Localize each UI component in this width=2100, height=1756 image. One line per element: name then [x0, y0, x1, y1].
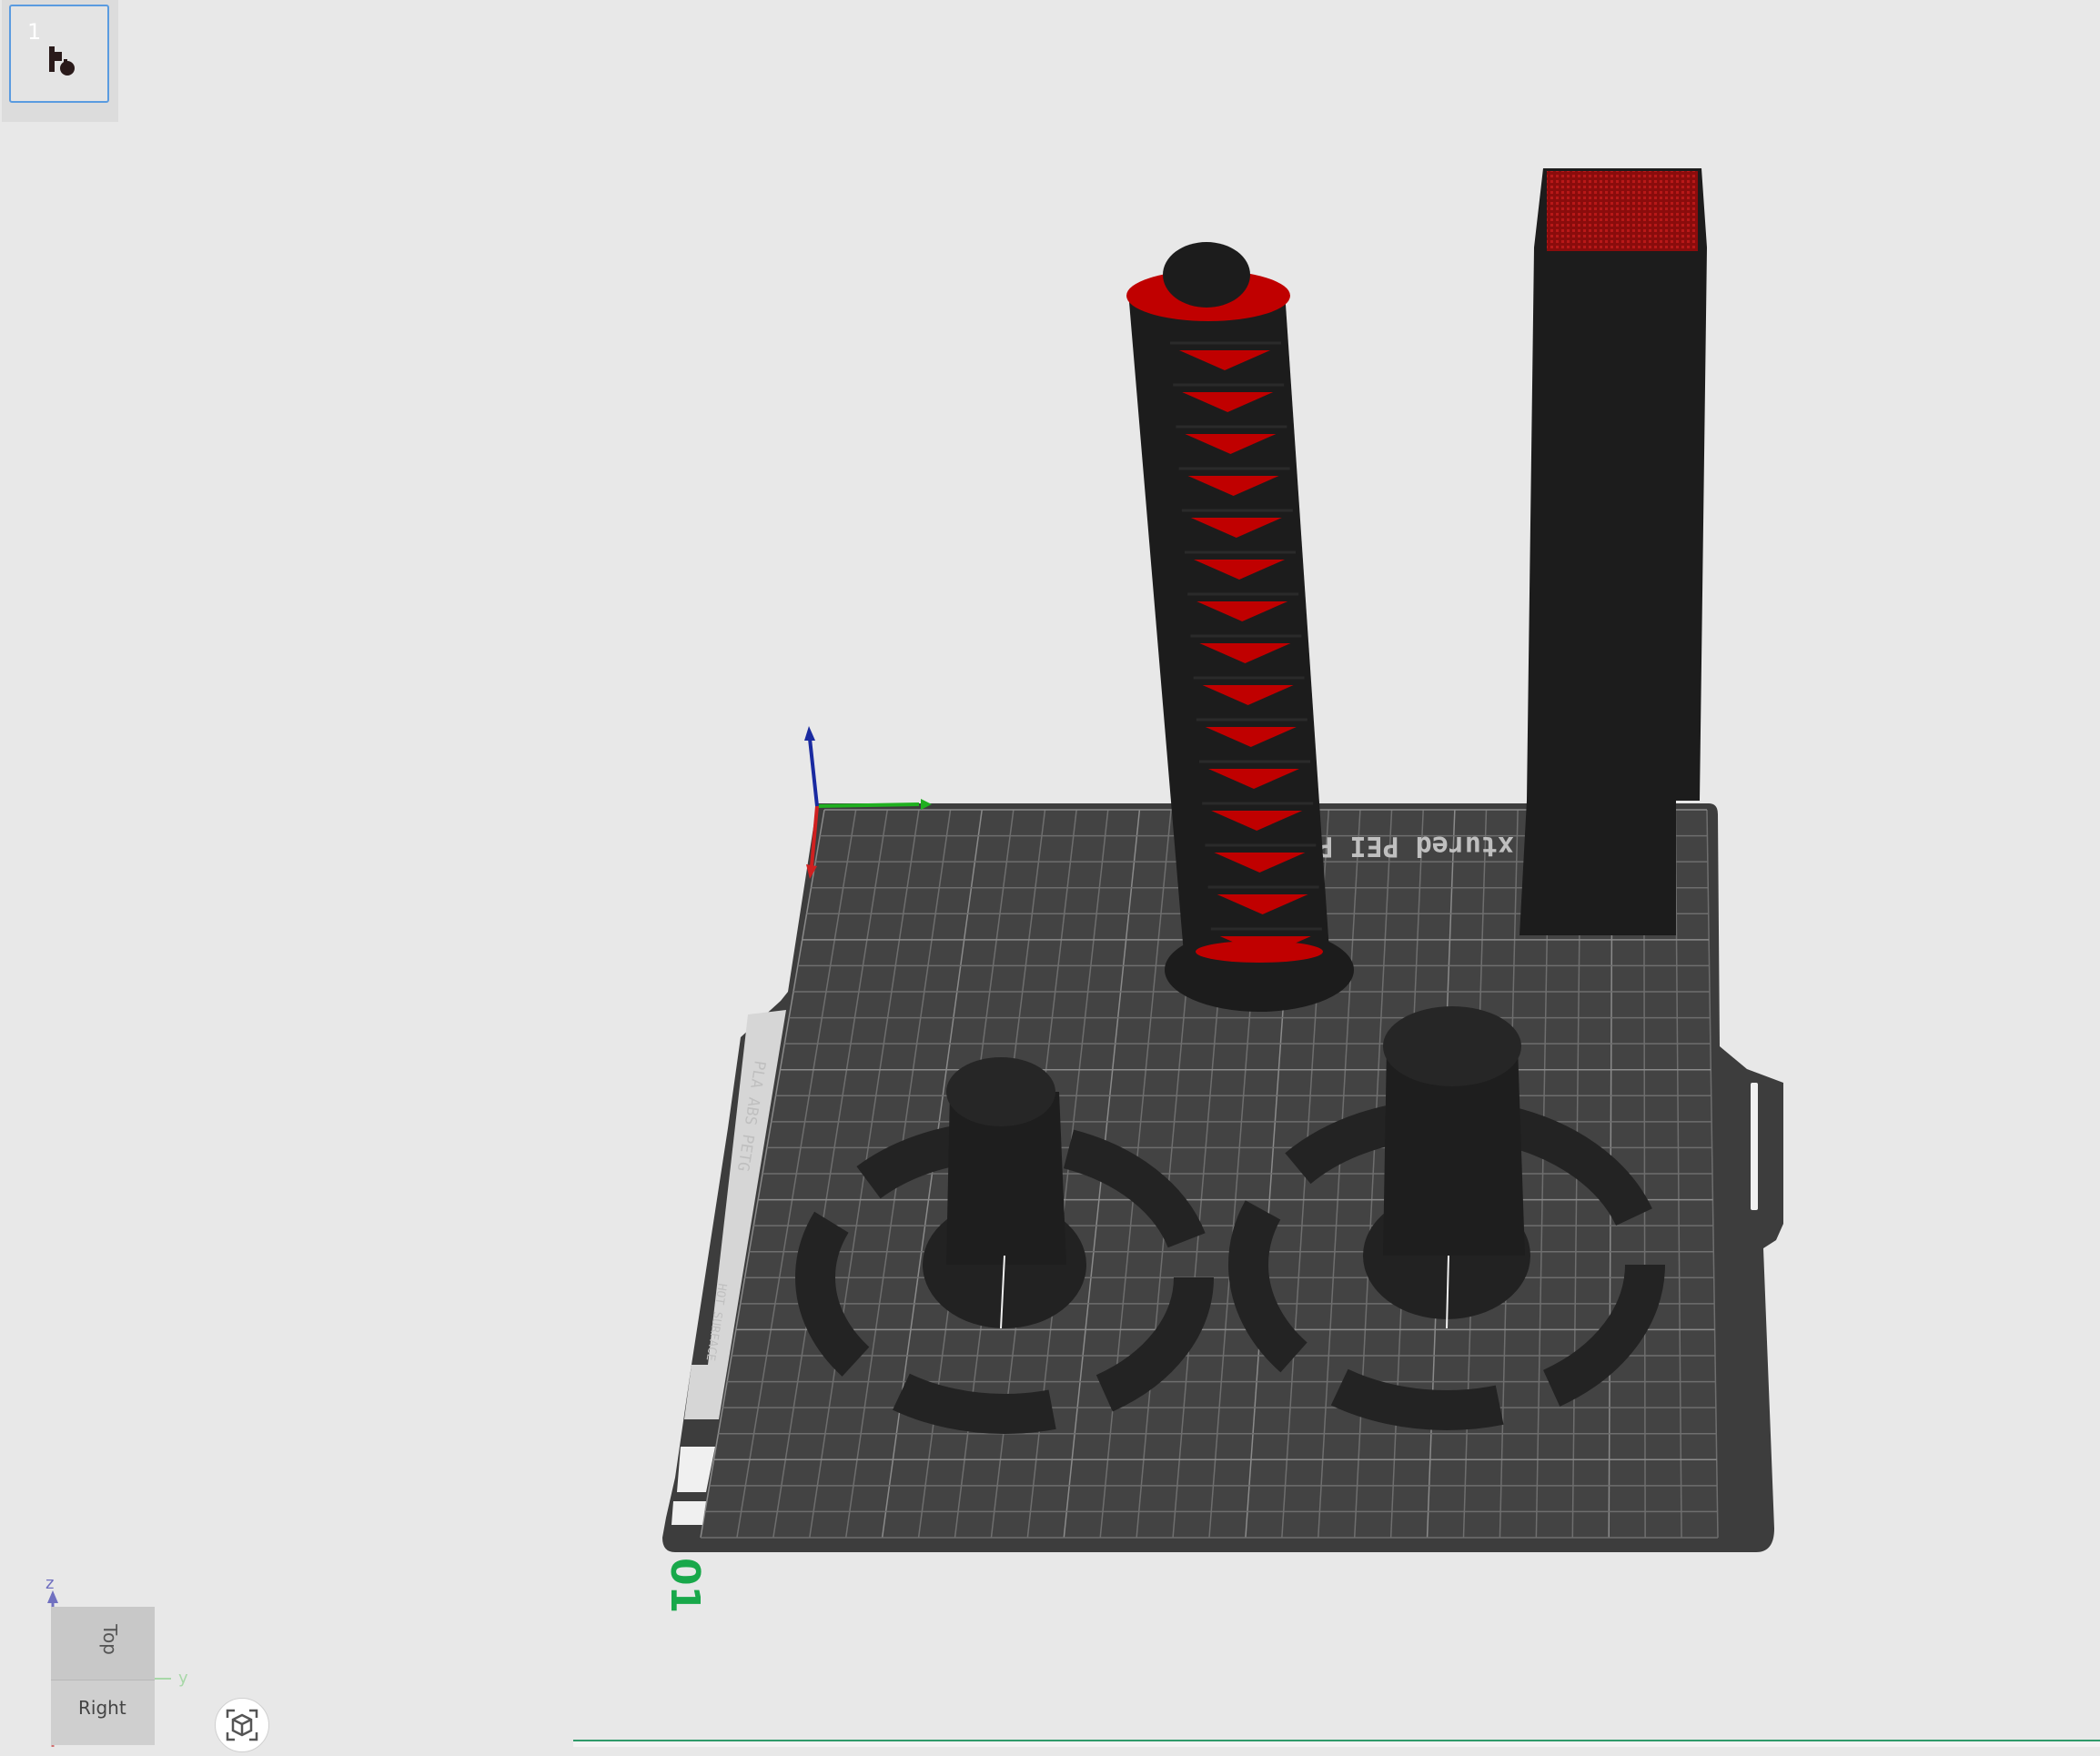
plate-surface-text: xtured PEI P	[1317, 830, 1514, 862]
plate-index-label: 01	[661, 1558, 708, 1614]
view-cube-top-face[interactable]: Top	[51, 1607, 155, 1680]
view-cube-top-label: Top	[98, 1624, 121, 1655]
bottom-toolbar-edge	[573, 1740, 2100, 1747]
view-cube-right-face[interactable]: Right	[51, 1680, 155, 1745]
plate-handle	[1751, 1083, 1758, 1210]
view-fit-icon	[226, 1709, 258, 1741]
column-red-base	[1196, 941, 1323, 963]
view-fit-button[interactable]	[215, 1698, 269, 1752]
3d-viewport[interactable]: PLA ABS PETG HOT SURFACE xtured PEI P	[0, 0, 2100, 1745]
view-cube[interactable]: Top Right	[51, 1607, 155, 1745]
view-axis-y-label: y	[178, 1669, 188, 1688]
view-cube-right-label: Right	[78, 1697, 126, 1719]
